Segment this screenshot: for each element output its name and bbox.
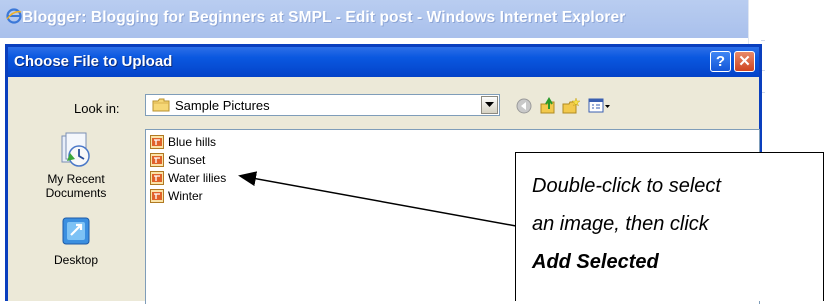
instruction-callout: Double-click to select an image, then cl…: [515, 152, 824, 301]
callout-line-3: Add Selected: [532, 251, 659, 273]
callout-line-1: Double-click to select: [532, 175, 721, 197]
callout-line-2: an image, then click: [532, 213, 709, 235]
